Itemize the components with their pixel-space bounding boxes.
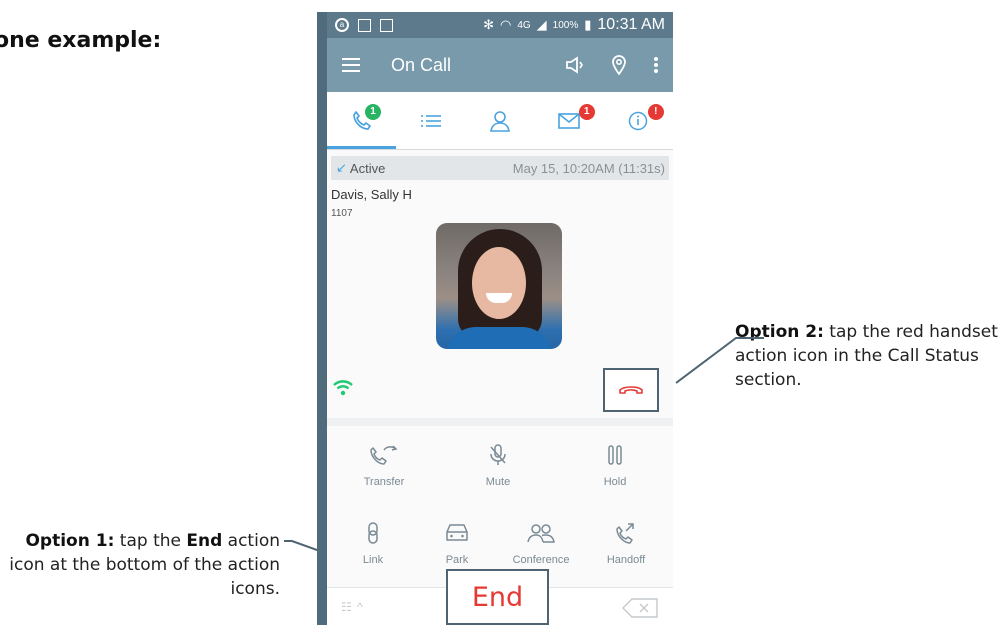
battery-percent: 100% — [552, 19, 579, 31]
hold-label: Hold — [603, 476, 627, 488]
transfer-label: Transfer — [363, 476, 405, 488]
backspace-icon[interactable] — [622, 598, 658, 618]
calls-badge: 1 — [365, 104, 381, 120]
caller-name: Davis, Sally H — [331, 187, 412, 202]
more-vert-icon[interactable] — [653, 56, 659, 74]
page-heading: one example: — [0, 28, 162, 53]
option2-callout: Option 2: tap the red handset action ico… — [735, 320, 1000, 392]
tab-contacts[interactable] — [465, 92, 534, 149]
tab-info[interactable]: ! — [604, 92, 673, 149]
link-icon — [368, 522, 378, 544]
app-icon: a — [335, 18, 349, 32]
option1-pre: tap the — [114, 531, 187, 551]
end-label: End — [471, 581, 524, 613]
conference-button[interactable]: Conference — [496, 522, 586, 566]
call-timestamp: May 15, 10:20AM (11:31s) — [512, 160, 665, 176]
option1-end-word: End — [186, 531, 223, 551]
section-divider — [327, 418, 673, 426]
park-label: Park — [445, 554, 469, 566]
tab-list[interactable] — [396, 92, 465, 149]
tab-calls[interactable]: 1 — [327, 92, 397, 149]
mute-label: Mute — [485, 476, 511, 488]
option2-label: Option 2: — [735, 322, 824, 342]
clock: 10:31 AM — [597, 16, 665, 33]
info-badge: ! — [647, 104, 664, 120]
bluetooth-icon: ✻ — [483, 17, 494, 32]
transfer-button[interactable]: Transfer — [339, 444, 429, 488]
wifi-status-icon: ◠ — [499, 17, 512, 32]
handoff-icon — [616, 523, 634, 544]
park-icon — [446, 524, 468, 541]
conference-icon — [527, 524, 555, 543]
notification-icon — [380, 18, 393, 32]
phone-screen: a ✻ ◠ 4G ◢ 100% ▮ 10:31 AM On Call 1 1 !… — [327, 12, 673, 625]
conference-label: Conference — [512, 554, 570, 566]
link-label: Link — [362, 554, 384, 566]
status-bar: a ✻ ◠ 4G ◢ 100% ▮ 10:31 AM — [327, 12, 673, 38]
transfer-icon — [370, 445, 398, 465]
tab-bar: 1 1 ! — [327, 92, 673, 150]
app-bar: On Call — [327, 38, 673, 92]
red-handset-icon — [619, 386, 643, 394]
mute-button[interactable]: Mute — [453, 444, 543, 488]
handoff-label: Handoff — [606, 554, 646, 566]
phone-frame: a ✻ ◠ 4G ◢ 100% ▮ 10:31 AM On Call 1 1 !… — [317, 12, 673, 625]
hold-icon — [608, 445, 622, 465]
contacts-icon — [490, 110, 510, 132]
wifi-signal-icon — [333, 380, 353, 396]
caller-photo — [436, 223, 562, 349]
network-label: 4G — [517, 19, 531, 31]
call-state: Active — [349, 160, 386, 176]
call-status-bar: ↙ Active May 15, 10:20AM (11:31s) — [331, 156, 669, 180]
link-button[interactable]: Link — [328, 522, 418, 566]
keypad-toggle-icon[interactable]: ☷ ^ — [341, 600, 364, 614]
handoff-button[interactable]: Handoff — [581, 522, 671, 566]
tab-messages[interactable]: 1 — [535, 92, 604, 149]
speaker-icon[interactable] — [565, 56, 585, 74]
list-icon — [420, 114, 441, 127]
messages-badge: 1 — [578, 104, 595, 120]
hold-button[interactable]: Hold — [570, 444, 660, 488]
app-title: On Call — [391, 54, 452, 75]
signal-icon: ◢ — [536, 17, 547, 32]
option1-callout: Option 1: tap the End action icon at the… — [0, 529, 280, 601]
menu-icon[interactable] — [342, 58, 360, 72]
option1-label: Option 1: — [25, 531, 115, 551]
caller-extension: 1107 — [331, 208, 353, 219]
battery-icon: ▮ — [584, 17, 592, 32]
location-icon[interactable] — [611, 55, 627, 75]
park-button[interactable]: Park — [412, 522, 502, 566]
end-call-button[interactable]: End — [446, 569, 549, 625]
mute-icon — [490, 444, 506, 465]
incoming-arrow-icon: ↙ — [336, 160, 347, 175]
hangup-button[interactable] — [603, 368, 659, 412]
screenshot-icon — [358, 18, 371, 32]
mail-icon — [558, 112, 581, 129]
info-icon — [629, 111, 648, 130]
